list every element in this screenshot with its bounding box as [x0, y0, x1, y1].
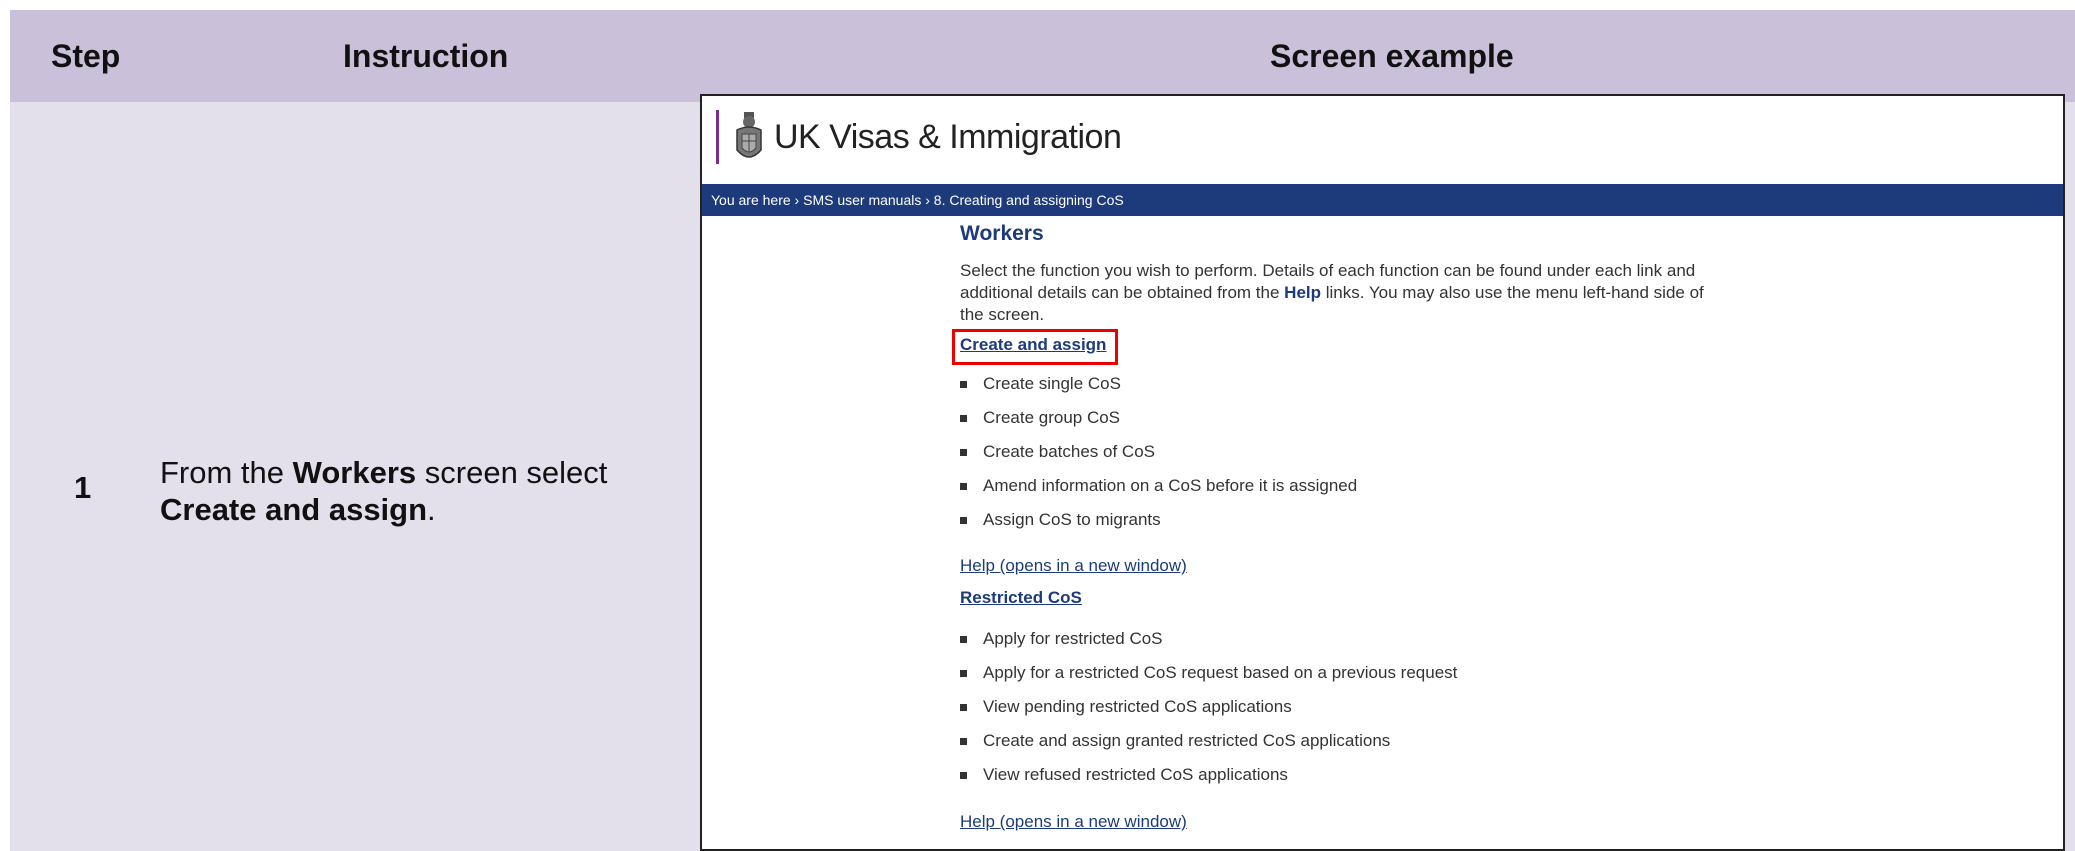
help-link-create[interactable]: Help (opens in a new window) — [960, 556, 1187, 576]
header-step: Step — [51, 38, 121, 74]
list-item: View pending restricted CoS applications — [960, 697, 1292, 717]
create-and-assign-link[interactable]: Create and assign — [960, 335, 1106, 355]
logo-accent-bar — [716, 110, 719, 164]
instruction-suffix: . — [427, 492, 436, 527]
instruction-middle: screen select — [416, 455, 608, 490]
site-title: UK Visas & Immigration — [774, 118, 1122, 156]
table-header: Step Instruction Screen example — [10, 10, 2075, 102]
list-item: Create group CoS — [960, 408, 1120, 428]
breadcrumb: You are here › SMS user manuals › 8. Cre… — [702, 184, 2063, 216]
royal-crest-icon — [732, 110, 766, 166]
header-screen-example: Screen example — [1270, 38, 1514, 74]
list-item: Apply for a restricted CoS request based… — [960, 663, 1457, 683]
header-instruction: Instruction — [343, 38, 509, 74]
intro-text: Select the function you wish to perform.… — [960, 260, 1720, 326]
list-item: View refused restricted CoS applications — [960, 765, 1288, 785]
instruction-prefix: From the — [160, 455, 293, 490]
list-item: Create single CoS — [960, 374, 1121, 394]
restricted-cos-link[interactable]: Restricted CoS — [960, 588, 1082, 608]
instruction-create: Create and assign — [160, 492, 428, 527]
breadcrumb-text: You are here › SMS user manuals › 8. Cre… — [711, 192, 1124, 208]
instruction-workers: Workers — [292, 455, 417, 490]
step-number: 1 — [74, 470, 92, 505]
instruction-text: From the Workers screen select Create an… — [160, 454, 680, 528]
help-link-restricted[interactable]: Help (opens in a new window) — [960, 812, 1187, 832]
screen-example: UK Visas & Immigration You are here › SM… — [700, 94, 2065, 851]
list-item: Create and assign granted restricted CoS… — [960, 731, 1390, 751]
list-item: Amend information on a CoS before it is … — [960, 476, 1357, 496]
page-title: Workers — [960, 222, 1044, 245]
list-item: Create batches of CoS — [960, 442, 1155, 462]
intro-help: Help — [1284, 283, 1322, 302]
list-item: Assign CoS to migrants — [960, 510, 1161, 530]
list-item: Apply for restricted CoS — [960, 629, 1163, 649]
